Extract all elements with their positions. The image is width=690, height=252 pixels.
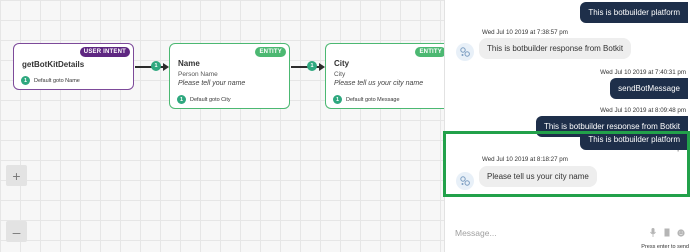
microphone-icon[interactable] <box>649 228 657 237</box>
flow-canvas[interactable]: USER INTENT getBotKitDetails 1 Default g… <box>0 0 444 252</box>
transition-label: Default goto City <box>190 96 231 103</box>
node-transition: 1 Default goto Name <box>21 76 80 85</box>
bot-icon <box>460 47 470 57</box>
message-timestamp: Wed Jul 10 2019 at 7:38:57 pm <box>482 29 568 36</box>
node-transition: 1 Default goto Message <box>333 95 400 104</box>
edge-number-badge[interactable]: 1 <box>151 61 161 71</box>
message-input[interactable] <box>455 225 625 241</box>
message-composer: Press enter to send <box>445 222 690 252</box>
node-transition: 1 Default goto City <box>177 95 231 104</box>
emoji-icon[interactable] <box>677 228 685 237</box>
attachment-icon[interactable] <box>663 228 671 237</box>
transition-number: 1 <box>177 95 186 104</box>
transition-number: 1 <box>333 95 342 104</box>
edge-number-badge[interactable]: 1 <box>307 61 317 71</box>
message-timestamp: Wed Jul 10 2019 at 7:40:31 pm <box>600 69 686 76</box>
user-intent-badge: USER INTENT <box>79 47 130 57</box>
bot-message: This is botbuilder response from Botkit <box>479 38 632 59</box>
composer-actions <box>649 228 685 237</box>
node-entity-type: Person Name <box>178 71 218 78</box>
entity-badge: ENTITY <box>255 47 286 57</box>
highlight-frame <box>443 131 690 197</box>
node-prompt: Please tell your name <box>178 80 246 87</box>
node-prompt: Please tell us your city name <box>334 80 424 87</box>
transition-number: 1 <box>21 76 30 85</box>
zoom-out-button[interactable]: – <box>6 221 27 242</box>
node-entity-type: City <box>334 71 346 78</box>
node-title: Name <box>178 59 200 68</box>
node-entity-name[interactable]: ENTITY Name Person Name Please tell your… <box>169 43 290 109</box>
node-title: getBotKitDetails <box>22 60 85 69</box>
bot-avatar <box>456 43 474 61</box>
transition-label: Default goto Message <box>346 96 400 103</box>
entity-badge: ENTITY <box>415 47 444 57</box>
chat-panel: This is botbuilder platform Wed Jul 10 2… <box>444 0 690 252</box>
node-intent-getbotkitdetails[interactable]: USER INTENT getBotKitDetails 1 Default g… <box>13 43 134 90</box>
message-timestamp: Wed Jul 10 2019 at 8:09:48 pm <box>600 107 686 114</box>
node-title: City <box>334 59 350 68</box>
node-entity-city[interactable]: ENTITY City City Please tell us your cit… <box>325 43 444 109</box>
user-message: This is botbuilder platform <box>580 2 688 23</box>
user-message: sendBotMessage <box>610 78 688 99</box>
zoom-in-button[interactable]: + <box>6 165 27 186</box>
send-hint: Press enter to send <box>641 244 689 250</box>
transition-label: Default goto Name <box>34 77 80 84</box>
